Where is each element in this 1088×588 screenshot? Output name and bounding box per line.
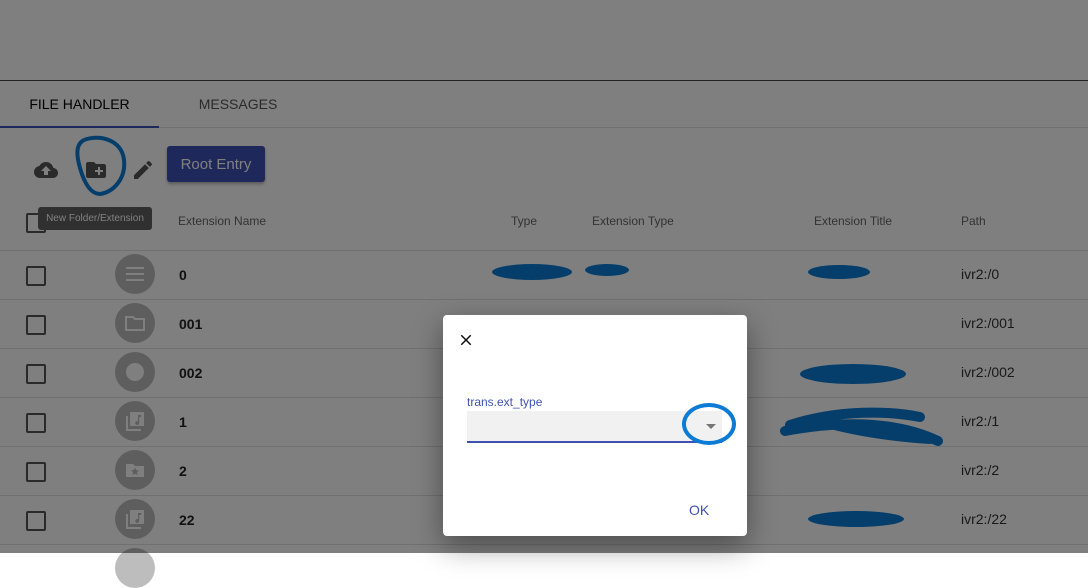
annotation-circle-dropdown <box>682 403 736 445</box>
ok-button[interactable]: OK <box>685 500 713 520</box>
close-icon[interactable] <box>457 331 475 349</box>
row-avatar-partial <box>115 548 155 588</box>
ext-type-field-label: trans.ext_type <box>467 395 543 409</box>
